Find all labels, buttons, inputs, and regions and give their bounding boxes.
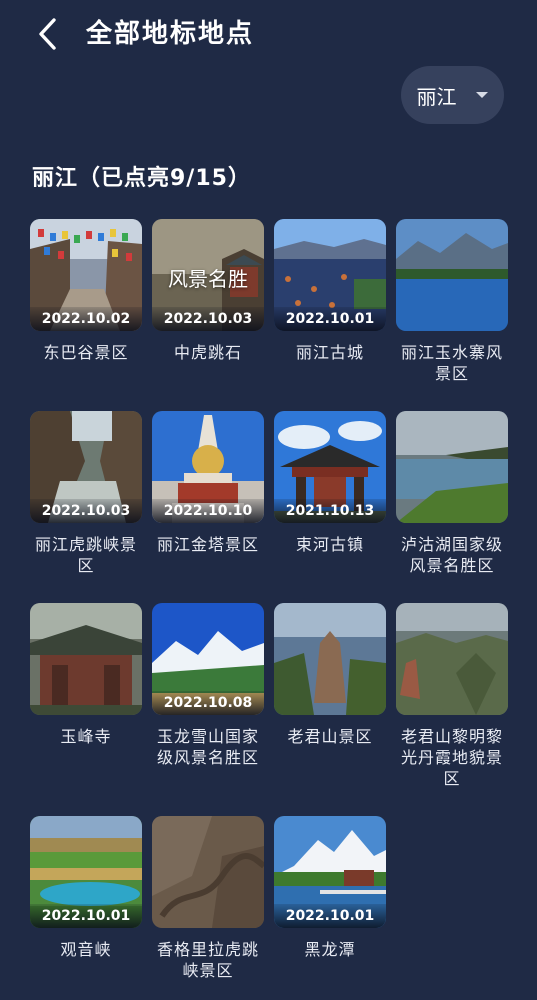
landmark-thumbnail: 风景名胜 2022.10.03	[152, 219, 264, 331]
landmark-name: 老君山黎明黎光丹霞地貌景区	[400, 727, 503, 788]
landmark-thumbnail: 2022.10.01	[30, 816, 142, 928]
landmark-thumbnail: 2022.10.03	[30, 411, 142, 523]
landmark-name: 黑龙潭	[304, 940, 356, 959]
landmark-card[interactable]: 玉峰寺	[30, 603, 142, 747]
visit-date: 2022.10.02	[30, 307, 142, 331]
landmark-card[interactable]: 2022.10.08 玉龙雪山国家级风景名胜区	[152, 603, 264, 768]
landmark-name: 丽江玉水寨风景区	[400, 343, 503, 383]
landmark-card[interactable]: 2022.10.01 黑龙潭	[274, 816, 386, 960]
landmark-thumbnail	[30, 603, 142, 715]
landmark-name: 老君山景区	[287, 727, 373, 746]
landmark-thumbnail: 2022.10.01	[274, 219, 386, 331]
visit-date: 2022.10.08	[152, 691, 264, 715]
visit-date: 2021.10.13	[274, 499, 386, 523]
landmark-thumbnail	[396, 411, 508, 523]
thumbnail-caption: 风景名胜	[168, 267, 248, 291]
landmark-card[interactable]: 泸沽湖国家级风景名胜区	[396, 411, 508, 576]
landmark-thumbnail	[396, 603, 508, 715]
landmark-card[interactable]: 2022.10.03 丽江虎跳峡景区	[30, 411, 142, 576]
landmark-name: 观音峡	[60, 940, 112, 959]
visit-date: 2022.10.03	[30, 499, 142, 523]
landmark-thumbnail	[396, 219, 508, 331]
landmark-thumbnail: 2022.10.10	[152, 411, 264, 523]
landmark-card[interactable]: 2022.10.10 丽江金塔景区	[152, 411, 264, 555]
landmark-thumbnail	[274, 603, 386, 715]
landmark-name: 玉龙雪山国家级风景名胜区	[156, 727, 259, 767]
landmark-name: 泸沽湖国家级风景名胜区	[400, 535, 503, 575]
landmark-card[interactable]: 香格里拉虎跳峡景区	[152, 816, 264, 981]
visit-date: 2022.10.01	[30, 904, 142, 928]
landmark-name: 丽江虎跳峡景区	[34, 535, 137, 575]
landmark-name: 东巴谷景区	[43, 343, 129, 362]
landmark-thumbnail: 2022.10.02	[30, 219, 142, 331]
visit-date: 2022.10.10	[152, 499, 264, 523]
landmark-card[interactable]: 2022.10.01 观音峡	[30, 816, 142, 960]
landmark-card[interactable]: 老君山景区	[274, 603, 386, 747]
landmark-name: 丽江金塔景区	[156, 535, 259, 554]
landmark-card[interactable]: 2022.10.02 东巴谷景区	[30, 219, 142, 363]
landmark-card[interactable]: 老君山黎明黎光丹霞地貌景区	[396, 603, 508, 789]
landmark-card[interactable]: 2022.10.01 丽江古城	[274, 219, 386, 363]
landmark-card[interactable]: 丽江玉水寨风景区	[396, 219, 508, 384]
landmark-name: 丽江古城	[295, 343, 364, 362]
landmark-name: 束河古镇	[295, 535, 364, 554]
landmark-thumbnail: 2021.10.13	[274, 411, 386, 523]
visit-date: 2022.10.03	[152, 307, 264, 331]
landmark-name: 玉峰寺	[60, 727, 112, 746]
landmark-thumbnail: 2022.10.01	[274, 816, 386, 928]
landmark-name: 香格里拉虎跳峡景区	[156, 940, 259, 980]
landmark-name: 中虎跳石	[173, 343, 242, 362]
landmark-card[interactable]: 风景名胜 2022.10.03 中虎跳石	[152, 219, 264, 363]
landmark-grid: 2022.10.02 东巴谷景区 风景名胜 2022.10.03 中虎跳石 2022.…	[0, 0, 537, 1000]
landmark-card[interactable]: 2021.10.13 束河古镇	[274, 411, 386, 555]
visit-date: 2022.10.01	[274, 307, 386, 331]
landmark-thumbnail: 2022.10.08	[152, 603, 264, 715]
landmark-thumbnail	[152, 816, 264, 928]
visit-date: 2022.10.01	[274, 904, 386, 928]
